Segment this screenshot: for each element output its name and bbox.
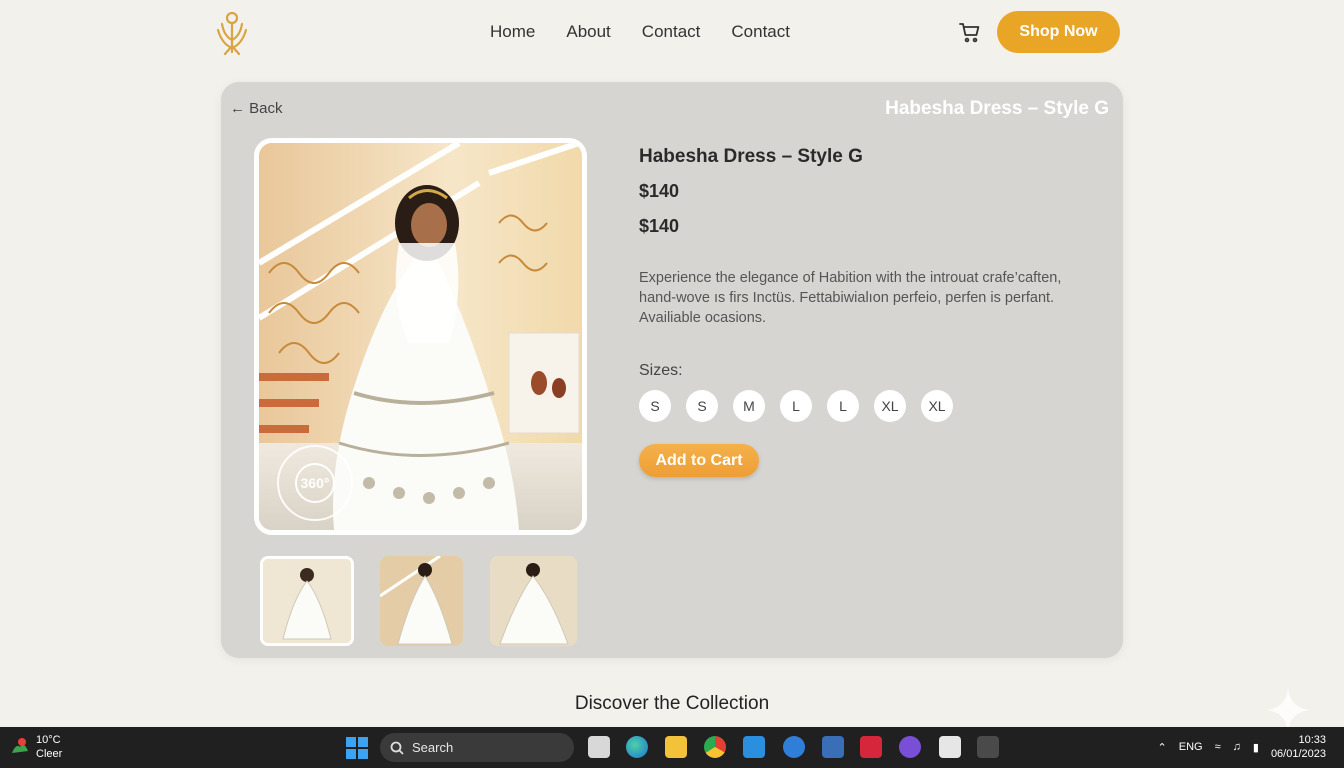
chevron-up-icon[interactable]: ⌃: [1158, 741, 1167, 754]
size-option-m[interactable]: M: [733, 390, 765, 422]
clock[interactable]: 10:33 06/01/2023: [1271, 733, 1326, 761]
thumbnail-2[interactable]: [380, 556, 463, 646]
nav-about[interactable]: About: [566, 22, 610, 42]
product-card: ← Back Habesha Dress – Style G 360° Habe…: [221, 82, 1123, 658]
size-option-xl[interactable]: XL: [874, 390, 906, 422]
product-price-secondary: $140: [639, 216, 680, 236]
app-purple-icon[interactable]: [899, 736, 921, 758]
size-option-s-2[interactable]: S: [686, 390, 718, 422]
nav-contact-2[interactable]: Contact: [731, 22, 790, 42]
weather-temp: 10°C: [36, 734, 61, 746]
collection-heading: Discover the Collection: [574, 693, 770, 714]
system-tray: ⌃ ENG ≈ ♫ ▮ 10:33 06/01/2023: [1158, 733, 1326, 761]
weather-icon: [12, 738, 28, 753]
size-option-l-2[interactable]: L: [827, 390, 859, 422]
size-option-s[interactable]: S: [639, 390, 671, 422]
notepad-icon[interactable]: [939, 736, 961, 758]
file-explorer-icon[interactable]: [665, 736, 687, 758]
size-options: S S M L L XL XL: [639, 390, 953, 422]
size-option-xl-2[interactable]: XL: [921, 390, 953, 422]
size-option-l[interactable]: L: [780, 390, 812, 422]
sizes-label: Sizes:: [639, 362, 683, 379]
chat-app-icon[interactable]: [783, 736, 805, 758]
search-icon: [390, 741, 404, 755]
task-view-icon[interactable]: [588, 736, 610, 758]
view-360-badge[interactable]: 360°: [277, 445, 353, 521]
app-red-icon[interactable]: [860, 736, 882, 758]
back-link[interactable]: ← Back: [230, 100, 283, 117]
weather-widget[interactable]: 10°C Cleer: [10, 733, 62, 761]
product-title: Habesha Dress – Style G: [639, 146, 863, 167]
card-heading: Habesha Dress – Style G: [885, 98, 1109, 119]
brand-logo[interactable]: [214, 10, 250, 56]
weather-desc: Cleer: [36, 748, 63, 760]
cart-icon[interactable]: [958, 20, 982, 44]
nav-home[interactable]: Home: [490, 22, 535, 42]
view-360-label: 360°: [300, 475, 330, 491]
dev-tool-icon[interactable]: [822, 736, 844, 758]
main-nav: Home About Contact Contact: [490, 22, 790, 42]
search-label: Search: [412, 740, 454, 755]
thumbnail-1[interactable]: [260, 556, 354, 646]
chrome-icon[interactable]: [704, 736, 726, 758]
nav-contact[interactable]: Contact: [642, 22, 701, 42]
language-indicator[interactable]: ENG: [1179, 741, 1203, 753]
product-description: Experience the elegance of Habition with…: [639, 270, 1062, 326]
vscode-icon[interactable]: [743, 736, 765, 758]
edge-icon[interactable]: [626, 736, 648, 758]
shop-now-button[interactable]: Shop Now: [997, 11, 1120, 53]
sparkle-icon: [1266, 688, 1310, 732]
battery-icon[interactable]: ▮: [1253, 741, 1259, 754]
clock-time: 10:33: [1298, 734, 1326, 746]
volume-icon[interactable]: ♫: [1233, 741, 1241, 753]
taskbar: 10°C Cleer Search ⌃ ENG ≈ ♫ ▮ 10:33 06/0…: [0, 727, 1344, 768]
thumbnail-3[interactable]: [490, 556, 577, 646]
add-to-cart-button[interactable]: Add to Cart: [639, 444, 759, 477]
product-main-image[interactable]: 360°: [254, 138, 587, 535]
wifi-icon[interactable]: ≈: [1215, 741, 1221, 753]
taskbar-search[interactable]: Search: [380, 733, 574, 762]
terminal-icon[interactable]: [977, 736, 999, 758]
windows-start-icon[interactable]: [346, 737, 368, 759]
clock-date: 06/01/2023: [1270, 748, 1326, 760]
product-price: $140: [639, 181, 680, 201]
